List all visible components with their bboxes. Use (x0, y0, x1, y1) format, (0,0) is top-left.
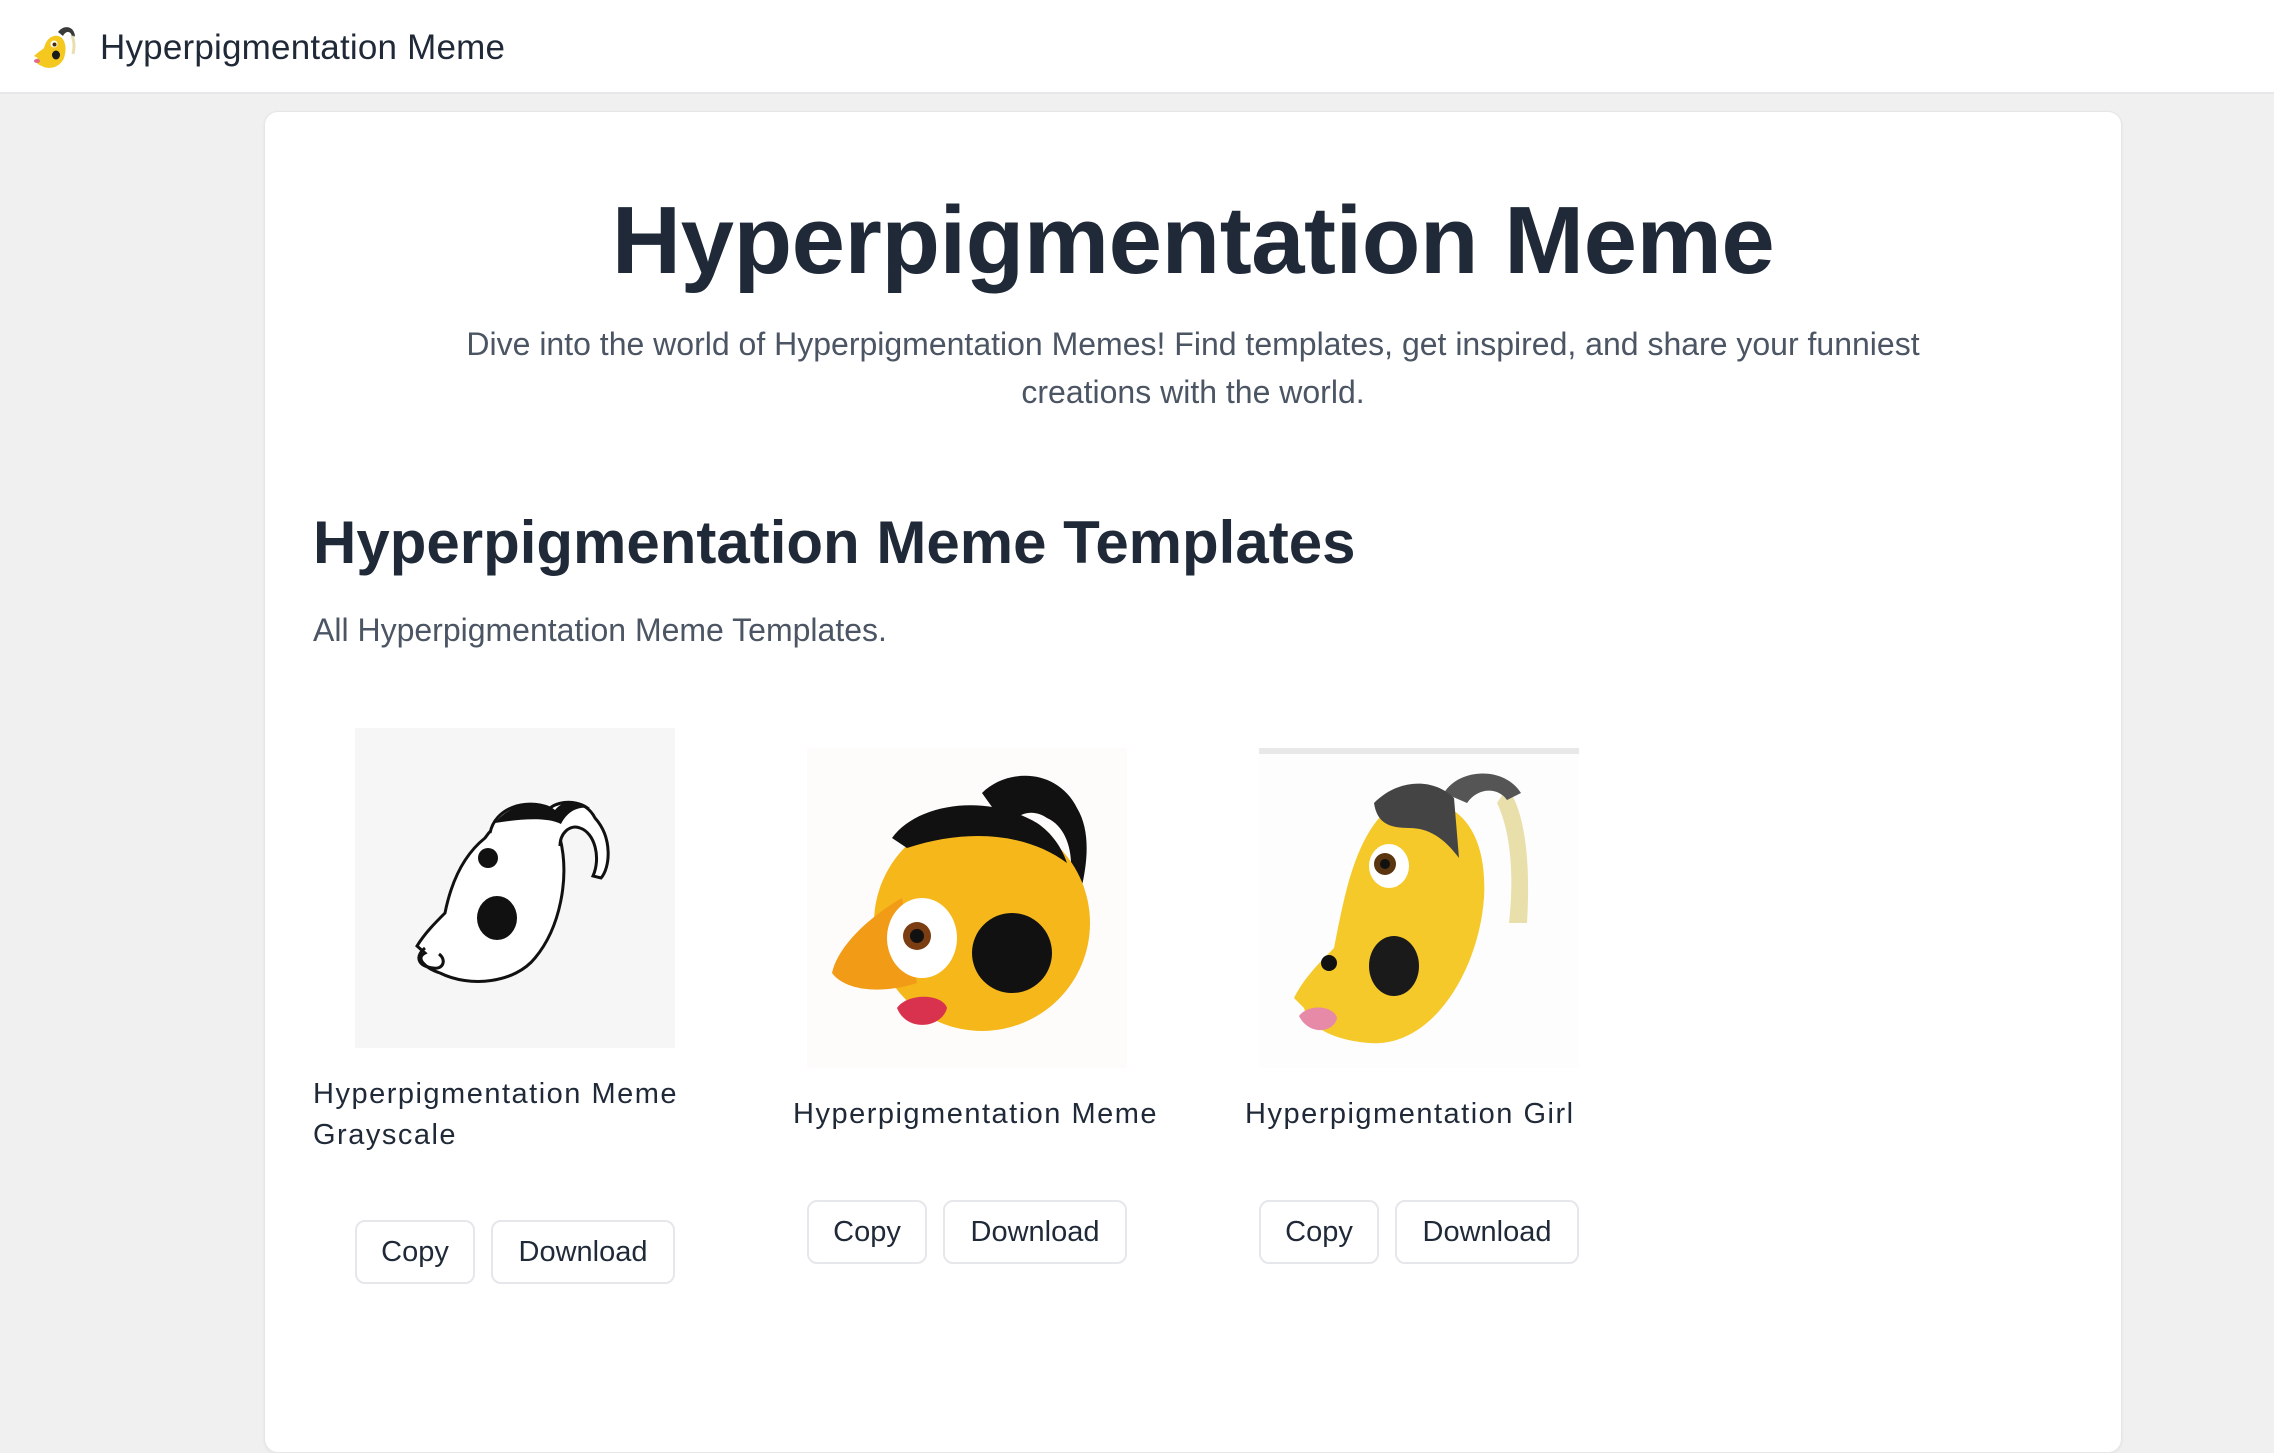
copy-button[interactable]: Copy (807, 1200, 927, 1264)
template-image-grayscale[interactable] (355, 728, 675, 1048)
template-name: Hyperpigmentation Girl (1245, 1098, 1575, 1130)
template-name-line2: Grayscale (313, 1119, 458, 1151)
template-name-line1: Hyperpigmentation Meme (313, 1078, 679, 1110)
template-image-meme[interactable] (807, 748, 1127, 1068)
copy-button[interactable]: Copy (1259, 1200, 1379, 1264)
template-image-girl[interactable] (1259, 748, 1579, 1068)
top-navbar: Hyperpigmentation Meme (0, 0, 2274, 94)
download-button[interactable]: Download (491, 1220, 675, 1284)
download-button[interactable]: Download (1395, 1200, 1579, 1264)
hyperpigmentation-logo-icon (34, 27, 76, 68)
copy-button[interactable]: Copy (355, 1220, 475, 1284)
download-button[interactable]: Download (943, 1200, 1127, 1264)
template-name: Hyperpigmentation Meme Grayscale (313, 1074, 678, 1156)
site-name: Hyperpigmentation Meme (100, 28, 506, 67)
template-name: Hyperpigmentation Meme (793, 1098, 1159, 1130)
main-content-card: Hyperpigmentation Meme Dive into the wor… (264, 111, 2122, 1453)
brand-link[interactable]: Hyperpigmentation Meme (28, 18, 505, 78)
page-subtitle: Dive into the world of Hyperpigmentation… (466, 326, 1920, 410)
templates-section-description: All Hyperpigmentation Meme Templates. (313, 612, 887, 648)
templates-section-title: Hyperpigmentation Meme Templates (313, 509, 1356, 576)
page-title: Hyperpigmentation Meme (611, 187, 1775, 294)
